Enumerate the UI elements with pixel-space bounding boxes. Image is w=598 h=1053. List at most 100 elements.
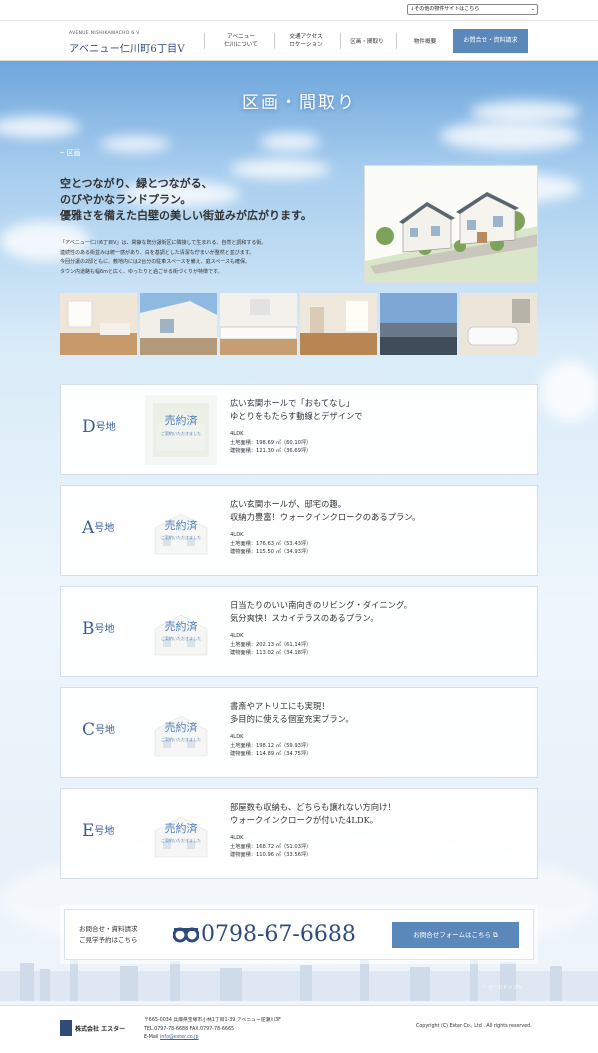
lot-catchcopy: 日当たりのいい南向きのリビング・ダイニング。 気分爽快！スカイテラスのあるプラン。 <box>230 599 412 625</box>
svg-text:売約済: 売約済 <box>165 619 198 633</box>
lot-suffix: 号地 <box>95 422 116 433</box>
lot-title-line2: ゆとりをもたらす動線とデザインで <box>230 411 363 421</box>
lot-house-image: 売約済 ご契約いただきました <box>145 496 217 566</box>
lot-house-image: 売約済 ご契約いただきました <box>145 698 217 768</box>
lot-building-area: 建物面積：114.89 ㎡（34.75坪） <box>230 751 312 757</box>
nav-divider <box>340 33 341 49</box>
svg-text:売約済: 売約済 <box>165 821 198 835</box>
copyright: Copyright (C) Ester Co., Ltd . All right… <box>416 1024 532 1029</box>
nav-lots-label: 区画・間取り <box>350 39 384 45</box>
nav-access-line2: ロケーション <box>289 42 323 48</box>
lot-type: 4LDK <box>230 431 244 437</box>
svg-text:ご契約いただきました: ご契約いただきました <box>161 430 201 436</box>
company-address-block: 〒665-0034 兵庫県宝塚市小林1丁目1-39 アベニュー逆瀬川3F TEL… <box>144 1017 281 1043</box>
lot-label: C号地 <box>82 720 115 740</box>
nav-property-outline[interactable]: 物件概要 <box>404 38 446 46</box>
lot-card-d[interactable]: D号地 売約済 ご契約いただきました 広い玄関ホールで「おもてなし」 ゆとりをもた… <box>60 384 538 475</box>
lot-label: E号地 <box>82 821 114 841</box>
lot-land-area: 土地面積：176.63 ㎡（53.43坪） <box>230 540 312 547</box>
site-logo[interactable]: アベニュー仁川町6丁目Ⅴ <box>69 40 185 55</box>
lot-title-line2: 多目的に使える個室充実プラン。 <box>230 714 354 724</box>
top-bar: ↓その他の物件サイトはこちら ⌄ <box>0 0 598 20</box>
nav-divider <box>274 33 275 49</box>
intro-text: 「アベニュー仁川6丁目Ⅴ」は、閑静な既分譲街区に隣接して生まれる、自然と調和する… <box>60 239 266 277</box>
lot-card-a[interactable]: A号地 売約済 ご契約いただきました 広い玄関ホールが、邸宅の趣。収納力豊富！ウ… <box>60 485 538 576</box>
intro-line: 連続性のある街並みは統一感があり、白を基調とした清潔な佇まいが整然と並びます。 <box>60 249 255 256</box>
lot-title-line2: ウォークインクロークが付いた4LDK。 <box>230 815 379 825</box>
lot-specs: 4LDK 土地面積：176.63 ㎡（53.43坪） 建物面積：115.50 ㎡（3… <box>230 531 311 557</box>
lot-house-image: 売約済 ご契約いただきました <box>145 395 217 465</box>
company-email-line: E-Mail info@ester.co.jp <box>144 1034 281 1043</box>
lot-title-line1: 書斎やアトリエにも実現！ <box>230 701 330 711</box>
lot-building-area: 建物面積：115.50 ㎡（34.93坪） <box>230 549 312 555</box>
intro-line: 「アベニュー仁川6丁目Ⅴ」は、閑静な既分譲街区に隣接して生まれる、自然と調和する… <box>60 240 267 246</box>
thumb-exterior-photo <box>140 293 217 355</box>
intro-line: タウン内道路も幅6mと広く、ゆったりと過ごせる街づくりが特徴です。 <box>60 268 223 275</box>
lot-specs: 4LDK 土地面積：168.72 ㎡（51.03坪） 建物面積：110.96 ㎡（3… <box>230 834 311 860</box>
page-top-link[interactable]: ⌃ ページトップへ <box>482 984 523 991</box>
photo-gallery <box>60 293 538 355</box>
lot-title-line1: 広い玄関ホールで「おもてなし」 <box>230 398 355 408</box>
lot-title-line2: 気分爽快！スカイテラスのあるプラン。 <box>230 613 379 623</box>
lot-land-area: 土地面積：198.69 ㎡（60.10坪） <box>230 439 312 446</box>
company-logo[interactable]: 株式会社 エスター <box>60 1020 135 1036</box>
lot-title-line1: 広い玄関ホールが、邸宅の趣。 <box>230 499 346 509</box>
contact-label: お問合せ・資料請求 ご見学予約はこちら <box>79 924 138 946</box>
lot-building-area: 建物面積：113.02 ㎡（34.18坪） <box>230 650 312 656</box>
lot-title-line2: 収納力豊富！ウォークインクロークのあるプラン。 <box>230 512 421 522</box>
lot-card-e[interactable]: E号地 売約済 ご契約いただきました 部屋数も収納も、どちらも譲れない方向け！ ウ… <box>60 788 538 879</box>
chevron-down-icon: ⌄ <box>530 6 535 12</box>
lot-specs: 4LDK 土地面積：198.12 ㎡（59.93坪） 建物面積：114.89 ㎡（3… <box>230 733 311 759</box>
lot-suffix: 号地 <box>94 624 115 635</box>
header-contact-button[interactable]: お問合せ・資料請求 <box>453 29 528 53</box>
nav-lots-floorplans[interactable]: 区画・間取り <box>345 38 389 46</box>
lot-letter: B <box>82 619 95 639</box>
lot-type: 4LDK <box>230 734 244 740</box>
nav-access-location[interactable]: 交通アクセス ロケーション <box>279 33 333 49</box>
nav-about-line2: 仁川について <box>224 42 258 48</box>
company-tel-fax: TEL.0797-78-6688 FAX.0797-78-6665 <box>144 1026 235 1032</box>
lot-house-image: 売約済 ご契約いただきました <box>145 597 217 667</box>
nav-about-nishikawa[interactable]: アベニュー 仁川について <box>214 33 268 49</box>
lot-building-area: 建物面積：121.30 ㎡（36.69坪） <box>230 448 312 454</box>
lot-letter: E <box>82 821 95 841</box>
email-link[interactable]: info@ester.co.jp <box>160 1035 199 1040</box>
nav-divider <box>204 33 205 49</box>
nav-access-line1: 交通アクセス <box>289 34 323 40</box>
site-footer: 株式会社 エスター 〒665-0034 兵庫県宝塚市小林1丁目1-39 アベニュ… <box>0 1005 598 1053</box>
lead-headline: 空とつながり、緑とつながる、 のびやかなランドプラン。 優雅さを備えた白壁の美し… <box>60 176 312 224</box>
thumb-living-photo <box>60 293 137 355</box>
lot-label: B号地 <box>82 619 115 639</box>
lot-letter: C <box>82 720 96 740</box>
lot-letter: A <box>82 518 95 538</box>
thumb-bathroom-photo <box>460 293 537 355</box>
lot-card-c[interactable]: C号地 売約済 ご契約いただきました 書斎やアトリエにも実現！ 多目的に使える個室… <box>60 687 538 778</box>
thumb-kitchen-photo <box>220 293 297 355</box>
contact-phone-number[interactable]: 0798-67-6688 <box>201 922 356 947</box>
svg-text:ご契約いただきました: ご契約いただきました <box>161 837 201 843</box>
headline-line: 空とつながり、緑とつながる、 <box>60 177 213 190</box>
svg-text:売約済: 売約済 <box>165 518 198 532</box>
svg-text:ご契約いただきました: ご契約いただきました <box>161 534 201 540</box>
freedial-icon <box>173 927 199 943</box>
lot-house-image: 売約済 ご契約いただきました <box>145 799 217 869</box>
lot-land-area: 土地面積：202.13 ㎡（61.14坪） <box>230 641 312 648</box>
company-name: 株式会社 エスター <box>75 1026 126 1033</box>
email-label: E-Mail <box>144 1035 161 1040</box>
lot-type: 4LDK <box>230 532 244 538</box>
lot-type: 4LDK <box>230 835 244 841</box>
lot-land-area: 土地面積：168.72 ㎡（51.03坪） <box>230 843 312 850</box>
svg-text:ご契約いただきました: ご契約いただきました <box>161 635 201 641</box>
lot-building-area: 建物面積：110.96 ㎡（33.56坪） <box>230 852 312 858</box>
other-sites-select[interactable]: ↓その他の物件サイトはこちら ⌄ <box>407 4 538 15</box>
thumb-interior-photo <box>300 293 377 355</box>
contact-form-button[interactable]: お問合せフォームはこちら ⧉ <box>392 922 519 948</box>
company-logo-mark <box>60 1020 72 1036</box>
lot-suffix: 号地 <box>94 523 115 534</box>
lot-card-b[interactable]: B号地 売約済 ご契約いただきました 日当たりのいい南向きのリビング・ダイニング… <box>60 586 538 677</box>
section-tag: ─ 区画 <box>60 149 81 157</box>
lot-label: A号地 <box>82 518 114 538</box>
lot-title-line1: 部屋数も収納も、どちらも譲れない方向け！ <box>230 802 396 812</box>
lot-title-line1: 日当たりのいい南向きのリビング・ダイニング。 <box>230 600 412 610</box>
company-address: 〒665-0034 兵庫県宝塚市小林1丁目1-39 アベニュー逆瀬川3F <box>144 1018 281 1023</box>
